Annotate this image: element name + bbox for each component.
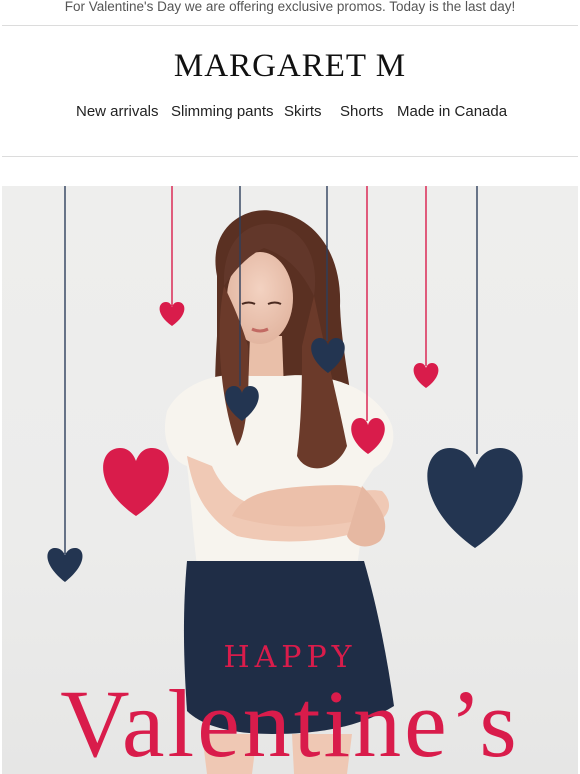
nav-item-slimming-pants[interactable]: Slimming pants [171,102,274,122]
brand-logo[interactable]: MARGARET M [0,46,580,86]
nav-item-new-arrivals[interactable]: New arrivals [76,102,159,122]
main-nav: New arrivals Slimming pants Skirts Short… [0,102,580,124]
nav-item-made-in-canada[interactable]: Made in Canada [397,102,507,122]
heart-icon [103,448,169,516]
heart-icon [413,363,439,388]
nav-item-shorts[interactable]: Shorts [340,102,383,122]
heart-icon [427,448,523,548]
hero-banner[interactable]: HAPPY Valentine’s [2,186,578,774]
nav-item-skirts[interactable]: Skirts [284,102,322,122]
promo-text: For Valentine's Day we are offering excl… [64,0,516,14]
promo-banner: For Valentine's Day we are offering excl… [0,0,580,24]
top-divider [2,25,578,26]
nav-divider [2,156,578,157]
hero-valentines-text: Valentine’s [60,670,520,774]
